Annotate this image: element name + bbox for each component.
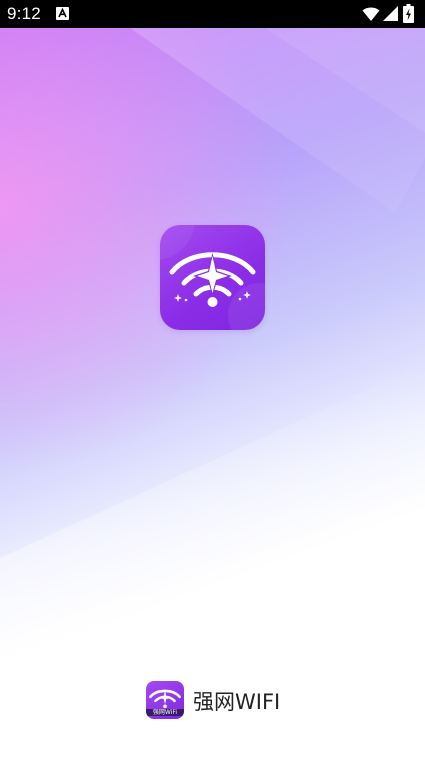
background-sheen [0,28,425,757]
status-time: 9:12 [7,4,41,23]
brand-name: 强网WIFI [193,690,281,714]
status-bar: 9:12 [0,0,425,28]
brand-logo: 强网WiFi [146,681,184,719]
wifi-icon [362,7,380,21]
status-icons [362,4,418,24]
splash-background [0,28,425,757]
battery-charging-icon [403,4,414,23]
splash-screen: 9:12 强网WiFi 强网WIFI [0,0,425,757]
wifi-star-icon [160,225,265,330]
a-notification-icon [56,7,69,20]
signal-icon [383,6,398,21]
brand-logo-caption: 强网WiFi [146,709,184,716]
app-icon [160,225,265,330]
